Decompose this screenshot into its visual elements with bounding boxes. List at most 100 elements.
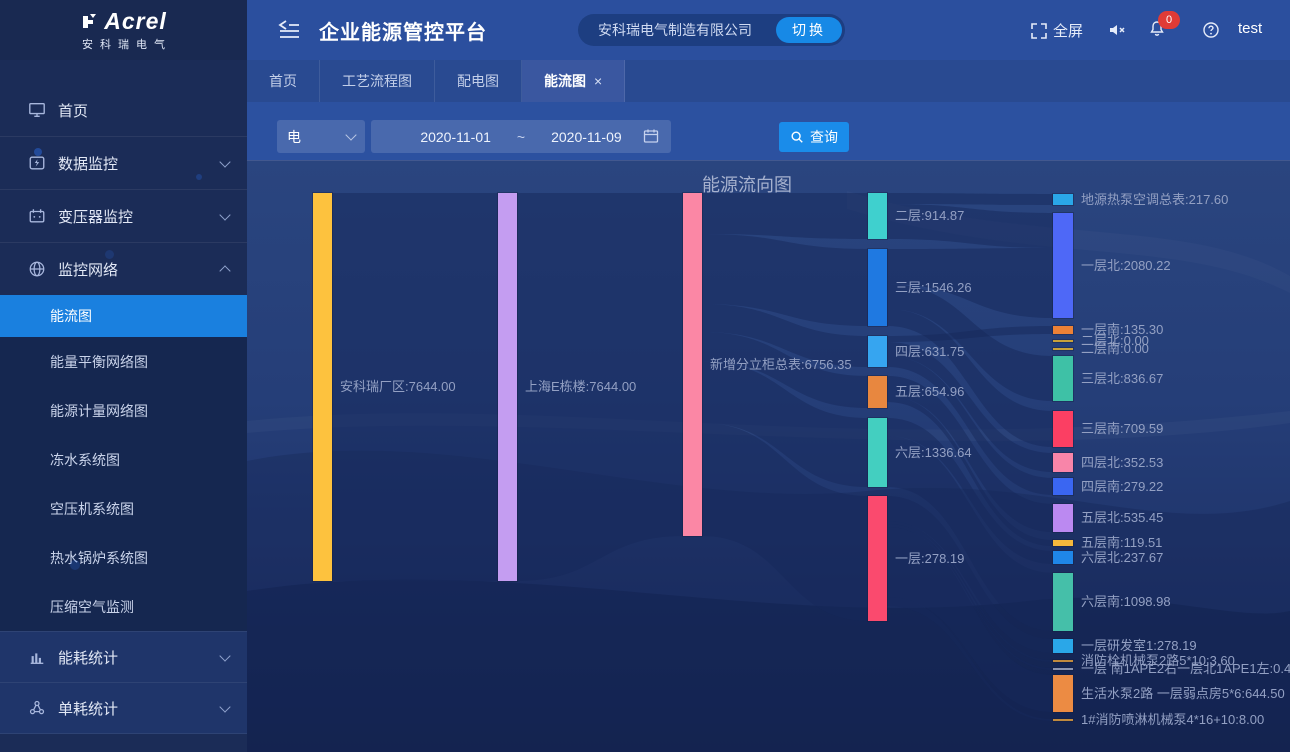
notifications-button[interactable]: 0 bbox=[1148, 20, 1166, 43]
sankey-node-label-ape-link: 一层 南1APE2右一层北1APE1左:0.4 bbox=[1081, 660, 1290, 678]
sankey-node-floor-1[interactable] bbox=[868, 496, 887, 621]
chevron-down-icon bbox=[219, 701, 230, 712]
sankey-node-label-floor-5: 五层:654.96 bbox=[895, 383, 964, 401]
sidebar-item-data-monitor[interactable]: 数据监控 bbox=[0, 137, 247, 190]
fullscreen-icon bbox=[1030, 22, 1048, 40]
sankey-node-label-water-pump: 生活水泵2路 一层弱点房5*6:644.50 bbox=[1081, 685, 1285, 703]
tab-process-flow[interactable]: 工艺流程图 bbox=[320, 60, 435, 102]
sankey-node-label-f5-north: 五层北:535.45 bbox=[1081, 509, 1163, 527]
sankey-node-f6-north[interactable] bbox=[1053, 551, 1073, 564]
collapse-menu-icon[interactable] bbox=[277, 19, 301, 41]
sankey-node-ankrui-factory[interactable] bbox=[313, 193, 332, 581]
sankey-node-label-ankrui-factory: 安科瑞厂区:7644.00 bbox=[340, 378, 456, 396]
sidebar-subitem-energy-flow[interactable]: 能流图 bbox=[0, 295, 247, 337]
username[interactable]: test bbox=[1238, 20, 1262, 37]
sidebar-item-label: 监控网络 bbox=[58, 259, 221, 280]
sidebar-subitem-label: 热水锅炉系统图 bbox=[50, 548, 148, 568]
sankey-node-label-floor-3: 三层:1546.26 bbox=[895, 279, 972, 297]
sidebar-item-label: 单耗统计 bbox=[58, 698, 221, 719]
sankey-node-floor-3[interactable] bbox=[868, 249, 887, 326]
sankey-node-new-cabinet[interactable] bbox=[683, 193, 702, 536]
sidebar: Acrel 安科瑞电气 首页 数据监控 变压器监控 监控网络 bbox=[0, 0, 247, 752]
sankey-link bbox=[702, 193, 868, 239]
fullscreen-button[interactable]: 全屏 bbox=[1030, 20, 1083, 41]
sankey-node-f2-south[interactable] bbox=[1053, 348, 1073, 350]
close-tab-icon[interactable]: × bbox=[594, 73, 602, 89]
sankey-node-f5-north[interactable] bbox=[1053, 504, 1073, 532]
sankey-node-floor-5[interactable] bbox=[868, 376, 887, 408]
sankey-node-f3-south[interactable] bbox=[1053, 411, 1073, 447]
energy-type-select[interactable]: 电 bbox=[277, 120, 365, 153]
sankey-node-f3-north[interactable] bbox=[1053, 356, 1073, 401]
sidebar-subitem-air-compressor[interactable]: 空压机系统图 bbox=[0, 484, 247, 533]
sankey-node-sprinkler-pump[interactable] bbox=[1053, 719, 1073, 721]
sankey-node-f1-south[interactable] bbox=[1053, 326, 1073, 334]
top-header: 企业能源管控平台 安科瑞电气制造有限公司 切换 全屏 0 test bbox=[247, 0, 1290, 60]
tab-distribution[interactable]: 配电图 bbox=[435, 60, 522, 102]
chevron-up-icon bbox=[219, 265, 230, 276]
energy-type-value: 电 bbox=[287, 127, 301, 147]
tab-bar: 首页 工艺流程图 配电图 能流图 × bbox=[247, 60, 1290, 102]
sankey-node-f4-south[interactable] bbox=[1053, 478, 1073, 495]
sankey-node-label-floor-1: 一层:278.19 bbox=[895, 550, 964, 568]
sidebar-subitem-energy-metering[interactable]: 能源计量网络图 bbox=[0, 386, 247, 435]
tab-label: 配电图 bbox=[457, 71, 499, 91]
sidebar-item-label: 首页 bbox=[58, 100, 229, 121]
sankey-node-label-f4-south: 四层南:279.22 bbox=[1081, 478, 1163, 496]
tab-energy-flow[interactable]: 能流图 × bbox=[522, 60, 625, 102]
chevron-down-icon bbox=[219, 156, 230, 167]
sidebar-subitem-compressed-air[interactable]: 压缩空气监测 bbox=[0, 582, 247, 631]
switch-company-button[interactable]: 切换 bbox=[776, 17, 842, 43]
home-icon bbox=[28, 101, 46, 119]
decor-dot bbox=[70, 560, 80, 570]
company-selector[interactable]: 安科瑞电气制造有限公司 切换 bbox=[578, 14, 845, 46]
sidebar-item-unit-consumption-stats[interactable]: 单耗统计 bbox=[0, 683, 247, 734]
date-separator: ~ bbox=[517, 129, 525, 145]
sankey-node-gshp-total[interactable] bbox=[1053, 194, 1073, 205]
sidebar-subitem-chilled-water[interactable]: 冻水系统图 bbox=[0, 435, 247, 484]
sankey-node-floor-2[interactable] bbox=[868, 193, 887, 239]
sidebar-item-monitor-network[interactable]: 监控网络 bbox=[0, 243, 247, 295]
sankey-node-f1-north[interactable] bbox=[1053, 213, 1073, 318]
sidebar-item-energy-stats[interactable]: 能耗统计 bbox=[0, 631, 247, 683]
sidebar-item-transformer-monitor[interactable]: 变压器监控 bbox=[0, 190, 247, 243]
sankey-node-ape-link[interactable] bbox=[1053, 668, 1073, 670]
sankey-node-f1-rd-room1[interactable] bbox=[1053, 639, 1073, 653]
sankey-node-f2-north[interactable] bbox=[1053, 340, 1073, 342]
data-monitor-icon bbox=[28, 154, 46, 172]
notification-badge: 0 bbox=[1158, 11, 1180, 29]
brand-subtitle: 安科瑞电气 bbox=[82, 36, 172, 52]
sankey-node-label-f4-north: 四层北:352.53 bbox=[1081, 454, 1163, 472]
chevron-down-icon bbox=[345, 129, 356, 140]
sankey-node-label-sprinkler-pump: 1#消防喷淋机械泵4*16+10:8.00 bbox=[1081, 711, 1264, 729]
sankey-node-water-pump[interactable] bbox=[1053, 675, 1073, 712]
sankey-node-floor-6[interactable] bbox=[868, 418, 887, 487]
sidebar-subitem-hot-water-boiler[interactable]: 热水锅炉系统图 bbox=[0, 533, 247, 582]
search-icon bbox=[790, 130, 804, 144]
calendar-icon bbox=[643, 128, 659, 144]
sankey-node-floor-4[interactable] bbox=[868, 336, 887, 367]
sankey-node-shanghai-e-bldg[interactable] bbox=[498, 193, 517, 581]
tab-home[interactable]: 首页 bbox=[247, 60, 320, 102]
sankey-node-f5-south[interactable] bbox=[1053, 540, 1073, 546]
sankey-node-label-shanghai-e-bldg: 上海E栋楼:7644.00 bbox=[525, 378, 636, 396]
sankey-node-label-f1-north: 一层北:2080.22 bbox=[1081, 257, 1171, 275]
filter-bar: 电 2020-11-01 ~ 2020-11-09 查询 bbox=[247, 102, 1290, 160]
query-button[interactable]: 查询 bbox=[779, 122, 849, 152]
sidebar-subitem-label: 能源计量网络图 bbox=[50, 401, 148, 421]
sankey-node-f4-north[interactable] bbox=[1053, 453, 1073, 472]
sidebar-subitem-energy-balance[interactable]: 能量平衡网络图 bbox=[0, 337, 247, 386]
sankey-node-label-floor-2: 二层:914.87 bbox=[895, 207, 964, 225]
company-name: 安科瑞电气制造有限公司 bbox=[578, 20, 776, 40]
help-icon[interactable] bbox=[1202, 21, 1220, 39]
sankey-node-label-floor-6: 六层:1336.64 bbox=[895, 444, 972, 462]
acrel-logo-icon bbox=[80, 12, 100, 32]
mute-icon[interactable] bbox=[1108, 21, 1126, 39]
date-range-picker[interactable]: 2020-11-01 ~ 2020-11-09 bbox=[371, 120, 671, 153]
nodes-icon bbox=[28, 699, 46, 717]
sankey-node-fire-hydrant-pump[interactable] bbox=[1053, 660, 1073, 662]
sankey-node-f6-south[interactable] bbox=[1053, 573, 1073, 631]
tab-label: 能流图 bbox=[544, 71, 586, 91]
sidebar-item-home[interactable]: 首页 bbox=[0, 84, 247, 137]
chevron-down-icon bbox=[219, 650, 230, 661]
